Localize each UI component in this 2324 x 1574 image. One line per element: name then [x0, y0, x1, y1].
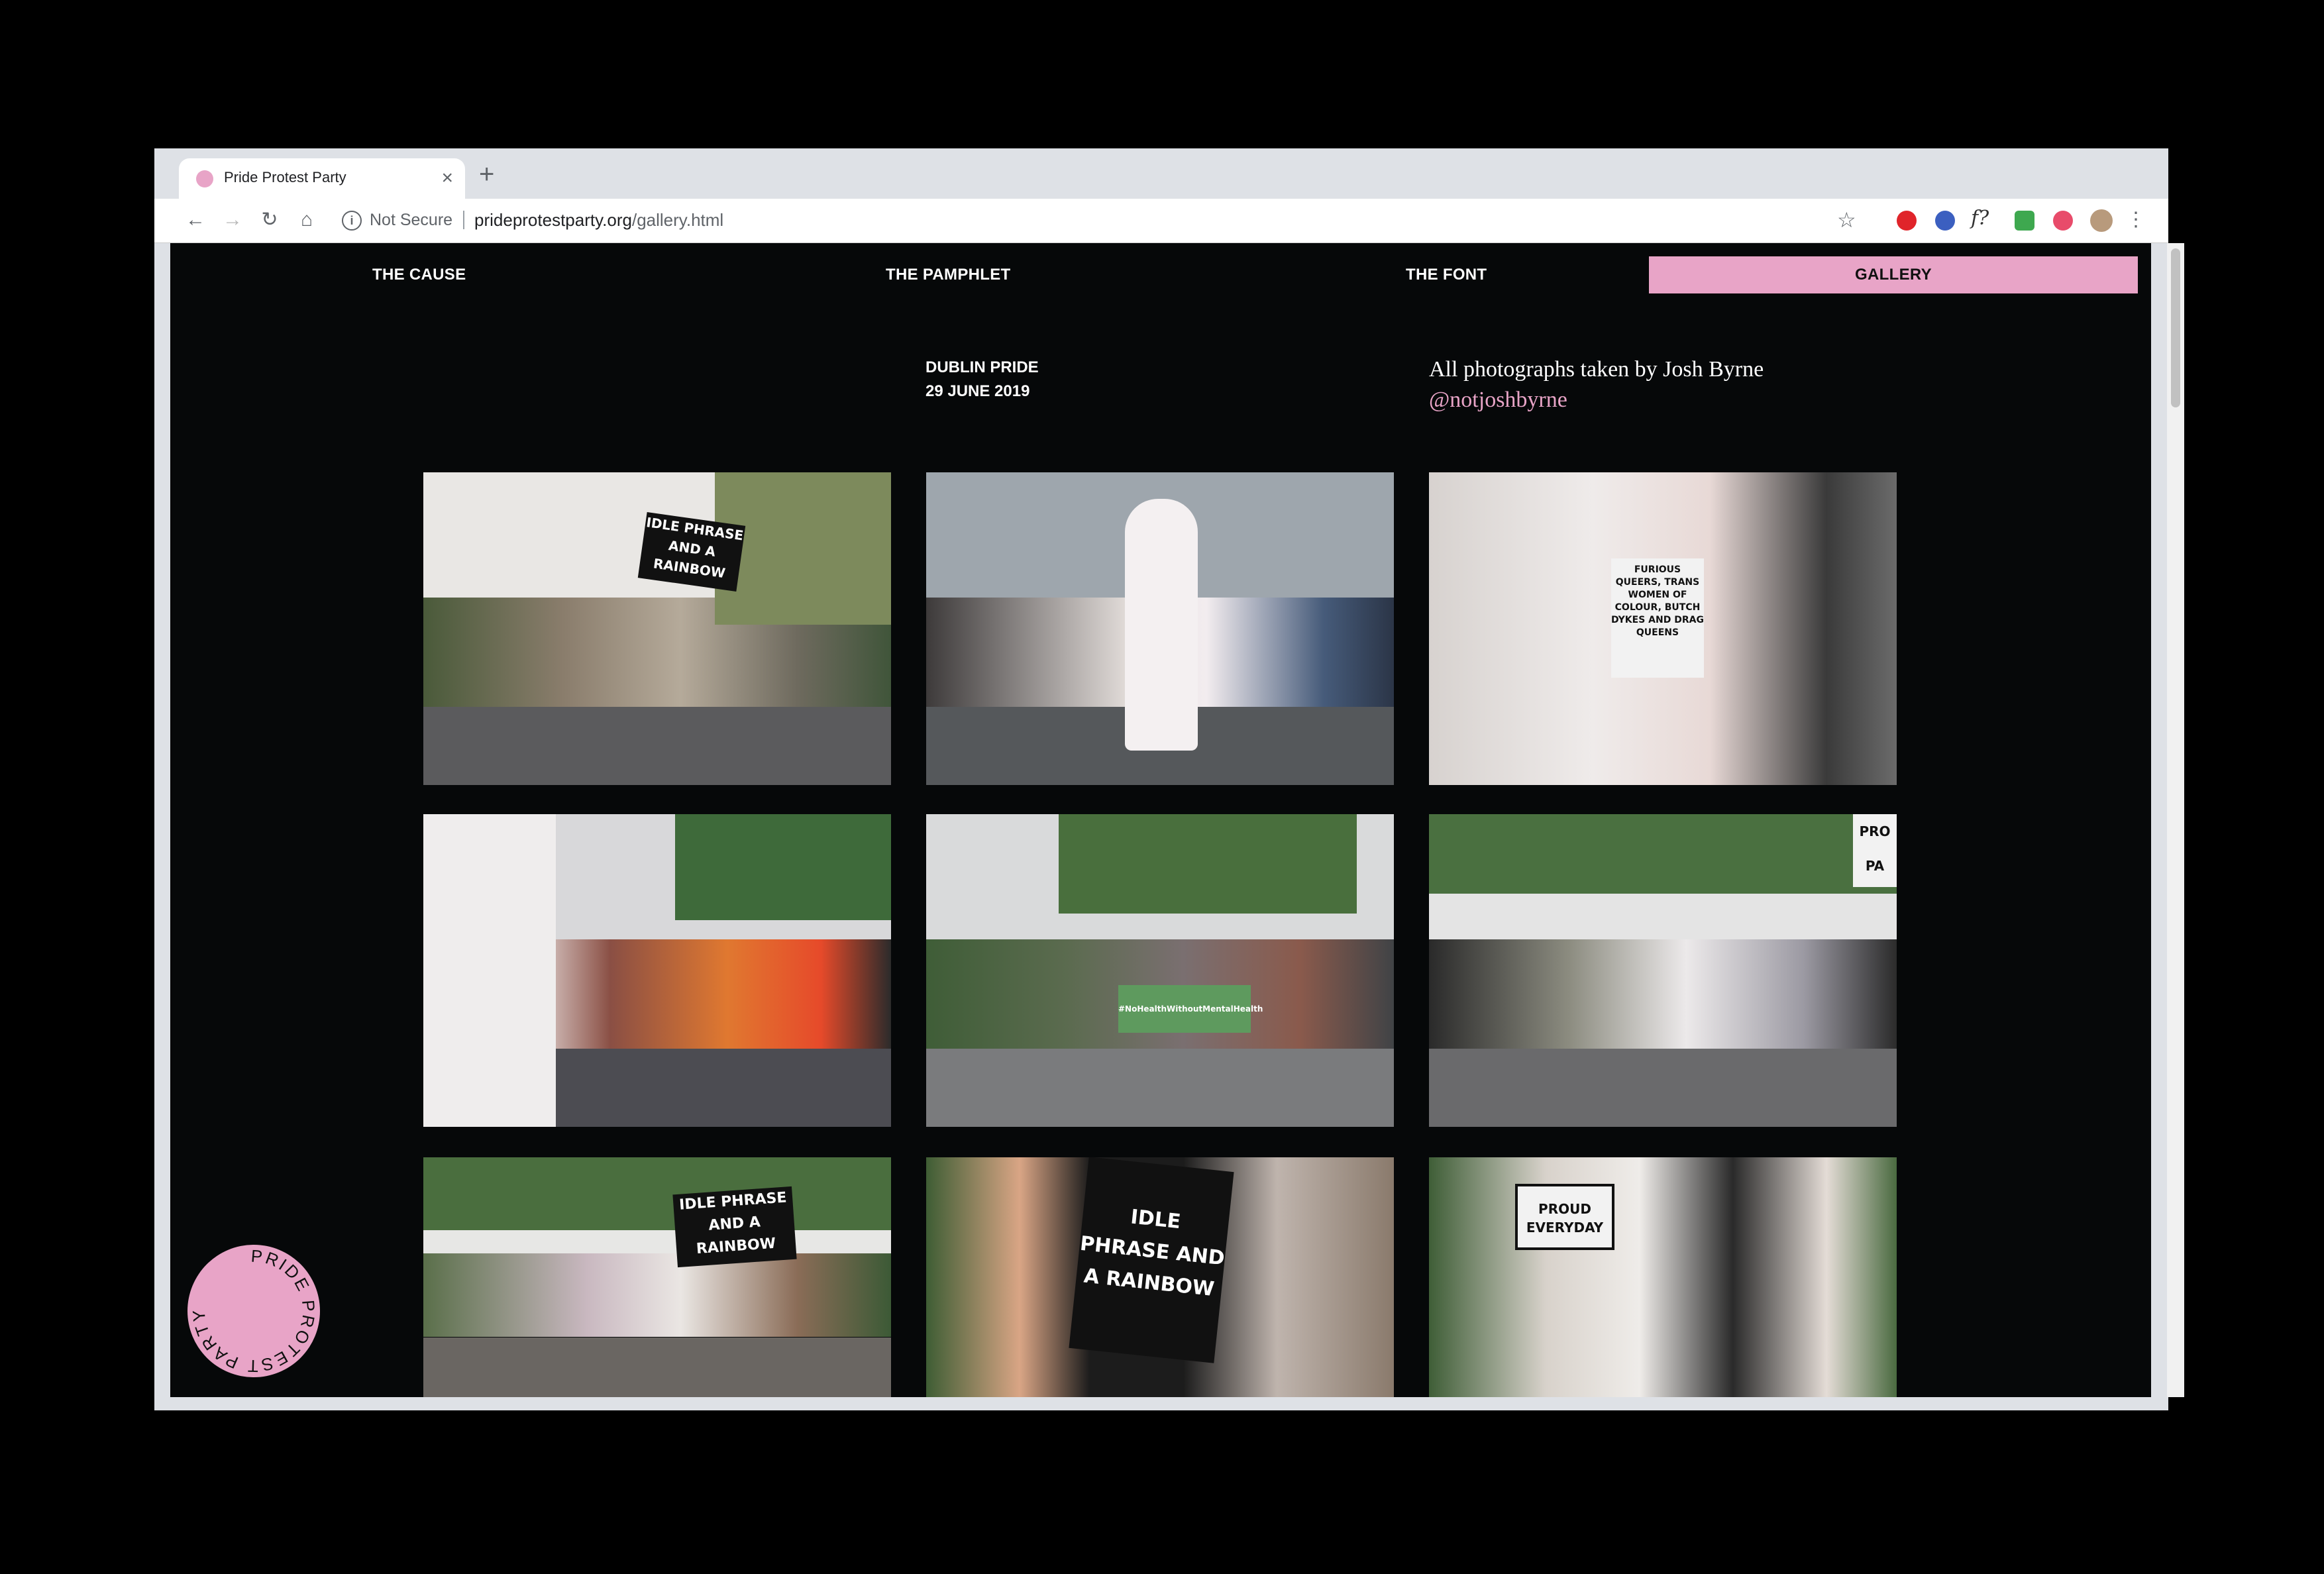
photo-sign: FURIOUS QUEERS, TRANS WOMEN OF COLOUR, B…	[1611, 558, 1704, 678]
event-name: DUBLIN PRIDE	[925, 358, 1039, 376]
photo-credit: All photographs taken by Josh Byrne @not…	[1429, 354, 1764, 415]
web-page: THE CAUSE THE PAMPHLET THE FONT GALLERY …	[170, 243, 2151, 1397]
pride-protest-party-logo[interactable]: PRIDE PROTEST PARTY	[187, 1245, 320, 1377]
url-domain: prideprotestparty.org	[474, 210, 632, 230]
forward-button[interactable]: →	[218, 205, 247, 235]
extension-globe-icon[interactable]	[1935, 211, 1955, 231]
tab-strip: Pride Protest Party × +	[154, 148, 2168, 199]
address-bar[interactable]: i Not Secure prideprotestparty.org/galle…	[342, 205, 1978, 236]
scrollbar-thumb[interactable]	[2171, 248, 2180, 407]
extension-font-icon[interactable]: f?	[1971, 207, 1989, 230]
gallery-photo-8[interactable]: IDLE PHRASE AND A RAINBOW	[926, 1157, 1394, 1397]
extension-red-icon[interactable]	[2053, 211, 2073, 231]
logo-text: PRIDE PROTEST PARTY	[189, 1246, 317, 1377]
event-date: 29 JUNE 2019	[925, 382, 1030, 400]
credit-text: All photographs taken by Josh Byrne	[1429, 357, 1764, 382]
tab-title: Pride Protest Party	[224, 169, 346, 185]
photo-sign: PRO PA	[1853, 814, 1897, 887]
browser-toolbar: ← → ↻ ⌂ i Not Secure prideprotestparty.o…	[154, 199, 2168, 243]
event-info: DUBLIN PRIDE 29 JUNE 2019	[925, 356, 1039, 403]
bookmark-star-icon[interactable]: ☆	[1837, 205, 1856, 235]
address-divider	[463, 211, 464, 229]
photo-sign: PROUD EVERYDAY	[1515, 1184, 1614, 1250]
browser-menu-icon[interactable]: ⋮	[2126, 207, 2146, 233]
url-path: /gallery.html	[631, 210, 724, 230]
favicon-icon	[196, 170, 213, 187]
photo-banner: IDLE PHRASE AND A RAINBOW	[1069, 1157, 1234, 1363]
gallery-photo-2[interactable]	[926, 472, 1394, 785]
extension-green-icon[interactable]	[2015, 211, 2034, 231]
gallery-photo-7[interactable]: IDLE PHRASE AND A RAINBOW	[423, 1157, 891, 1397]
url-text[interactable]: prideprotestparty.org/gallery.html	[474, 210, 723, 231]
gallery-photo-6[interactable]: PRO PA	[1429, 814, 1897, 1127]
reload-button[interactable]: ↻	[255, 205, 284, 235]
nav-the-pamphlet[interactable]: THE PAMPHLET	[886, 256, 1011, 293]
profile-avatar[interactable]	[2090, 209, 2113, 232]
photo-banner: IDLE PHRASE AND A RAINBOW	[637, 512, 746, 592]
gallery-photo-9[interactable]: PROUD EVERYDAY	[1429, 1157, 1897, 1397]
photo-banner: #NoHealthWithoutMentalHealth	[1118, 985, 1263, 1033]
new-tab-button[interactable]: +	[479, 158, 494, 191]
tab-close-icon[interactable]: ×	[441, 165, 453, 191]
browser-tab[interactable]: Pride Protest Party ×	[179, 158, 465, 199]
back-button[interactable]: ←	[181, 205, 210, 235]
photo-banner: IDLE PHRASE AND A RAINBOW	[672, 1186, 797, 1268]
security-label: Not Secure	[370, 211, 453, 229]
page-scrollbar[interactable]	[2167, 243, 2184, 1397]
gallery-photo-1[interactable]: IDLE PHRASE AND A RAINBOW	[423, 472, 891, 785]
home-button[interactable]: ⌂	[292, 205, 321, 235]
nav-the-cause[interactable]: THE CAUSE	[372, 256, 466, 293]
gallery-photo-4[interactable]	[423, 814, 891, 1127]
svg-text:PRIDE PROTEST PARTY: PRIDE PROTEST PARTY	[189, 1246, 319, 1377]
info-icon[interactable]: i	[342, 211, 362, 231]
credit-handle-link[interactable]: @notjoshbyrne	[1429, 385, 1764, 415]
nav-gallery[interactable]: GALLERY	[1649, 256, 2138, 293]
logo-ring-text: PRIDE PROTEST PARTY	[189, 1246, 319, 1377]
extension-opera-icon[interactable]	[1897, 211, 1917, 231]
nav-the-font[interactable]: THE FONT	[1406, 256, 1487, 293]
gallery-photo-3[interactable]: FURIOUS QUEERS, TRANS WOMEN OF COLOUR, B…	[1429, 472, 1897, 785]
gallery-photo-5[interactable]: #NoHealthWithoutMentalHealth	[926, 814, 1394, 1127]
